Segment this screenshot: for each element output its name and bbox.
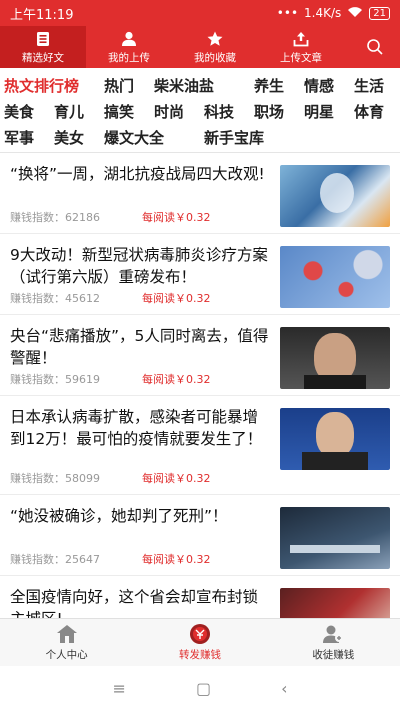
home-button-icon[interactable]: ▢ [196, 679, 211, 698]
category-sports[interactable]: 体育 [354, 101, 384, 122]
recruit-icon [323, 625, 344, 643]
tab-recruit-earn-label: 收徒赚钱 [312, 649, 355, 661]
category-row: 美食 育儿 搞笑 时尚 科技 职场 明星 体育 [2, 98, 400, 124]
article-thumbnail [280, 408, 390, 470]
home-icon [56, 625, 77, 643]
category-popular[interactable]: 热门 [104, 75, 134, 96]
wifi-icon [347, 6, 363, 21]
category-life[interactable]: 生活 [354, 75, 384, 96]
system-nav-bar: ≡ ▢ ‹ [0, 666, 400, 710]
category-workplace[interactable]: 职场 [254, 101, 284, 122]
category-viral-articles[interactable]: 爆文大全 [104, 127, 164, 148]
tab-personal-center-label: 个人中心 [45, 649, 88, 661]
top-nav: 精选好文 我的上传 我的收藏 上传文章 [0, 26, 400, 68]
category-emotion[interactable]: 情感 [304, 75, 334, 96]
tab-forward-earn-label: 转发赚钱 [178, 649, 221, 661]
search-icon[interactable] [366, 38, 384, 56]
article-title: 9大改动！新型冠状病毒肺炎诊疗方案（试行第六版）重磅发布！ [10, 246, 268, 286]
category-food[interactable]: 美食 [4, 101, 34, 122]
nav-upload-label: 上传文章 [280, 51, 322, 64]
article-title: “她没被确诊，她却判了死刑”！ [10, 507, 228, 525]
user-icon [122, 31, 136, 46]
upload-icon [293, 31, 309, 46]
article-thumbnail [280, 165, 390, 227]
article-thumbnail [280, 327, 390, 389]
article-item[interactable]: “换将”一周，湖北抗疫战局四大改观! 赚钱指数：62186 每阅读￥0.32 [0, 153, 400, 234]
nav-favorites-label: 我的收藏 [194, 51, 236, 64]
earning-index: 赚钱指数：45612 [10, 292, 100, 305]
earning-index: 赚钱指数：62186 [10, 211, 100, 224]
category-daily-life[interactable]: 柴米油盐 [154, 75, 214, 96]
category-hot-ranking[interactable]: 热文排行榜 [4, 75, 79, 96]
tab-personal-center[interactable]: 个人中心 [0, 619, 133, 666]
document-icon [37, 31, 49, 46]
earning-index: 赚钱指数：59619 [10, 373, 100, 386]
category-fashion[interactable]: 时尚 [154, 101, 184, 122]
bottom-tab-bar: 个人中心 转发赚钱 收徒赚钱 [0, 618, 400, 666]
menu-icon[interactable]: ≡ [113, 679, 126, 698]
nav-featured-label: 精选好文 [22, 51, 64, 64]
nav-featured[interactable]: 精选好文 [0, 26, 86, 68]
article-item[interactable]: 9大改动！新型冠状病毒肺炎诊疗方案（试行第六版）重磅发布！ 赚钱指数：45612… [0, 234, 400, 315]
category-military[interactable]: 军事 [4, 127, 34, 148]
star-icon [207, 31, 223, 46]
category-beginner-guide[interactable]: 新手宝库 [204, 127, 264, 148]
nav-upload-article[interactable]: 上传文章 [258, 26, 344, 68]
category-row: 热文排行榜 热门 柴米油盐 养生 情感 生活 [2, 72, 400, 98]
earning-index: 赚钱指数：25647 [10, 553, 100, 566]
category-funny[interactable]: 搞笑 [104, 101, 134, 122]
article-thumbnail [280, 507, 390, 569]
article-item[interactable]: 央台“悲痛播放”，5人同时离去，值得警醒！ 赚钱指数：59619 每阅读￥0.3… [0, 315, 400, 396]
article-title: 日本承认病毒扩散，感染者可能暴增到12万！最可怕的疫情就要发生了！ [10, 408, 263, 448]
article-item[interactable]: 日本承认病毒扩散，感染者可能暴增到12万！最可怕的疫情就要发生了！ 赚钱指数：5… [0, 396, 400, 495]
network-speed: 1.4K/s [304, 6, 342, 20]
nav-my-uploads-label: 我的上传 [108, 51, 150, 64]
article-title: 央台“悲痛播放”，5人同时离去，值得警醒！ [10, 327, 269, 367]
back-icon[interactable]: ‹ [281, 679, 287, 698]
nav-favorites[interactable]: 我的收藏 [172, 26, 258, 68]
forward-earn-icon [189, 624, 210, 644]
tab-recruit-earn[interactable]: 收徒赚钱 [267, 619, 400, 666]
category-celebrity[interactable]: 明星 [304, 101, 334, 122]
tab-forward-earn[interactable]: 转发赚钱 [133, 619, 266, 666]
nav-my-uploads[interactable]: 我的上传 [86, 26, 172, 68]
category-health[interactable]: 养生 [254, 75, 284, 96]
more-dots-icon: ••• [276, 6, 299, 20]
reward-per-read: 每阅读￥0.32 [142, 292, 211, 305]
reward-per-read: 每阅读￥0.32 [142, 553, 211, 566]
earning-index: 赚钱指数：58099 [10, 472, 100, 485]
category-grid: 热文排行榜 热门 柴米油盐 养生 情感 生活 美食 育儿 搞笑 时尚 科技 职场… [0, 68, 400, 153]
article-title: “换将”一周，湖北抗疫战局四大改观! [10, 165, 265, 183]
reward-per-read: 每阅读￥0.32 [142, 211, 211, 224]
battery-icon: 21 [369, 6, 390, 20]
category-row: 军事 美女 爆文大全 新手宝库 [2, 124, 400, 150]
category-tech[interactable]: 科技 [204, 101, 234, 122]
status-time: 上午11:19 [10, 7, 74, 23]
category-parenting[interactable]: 育儿 [54, 101, 84, 122]
reward-per-read: 每阅读￥0.32 [142, 472, 211, 485]
reward-per-read: 每阅读￥0.32 [142, 373, 211, 386]
article-thumbnail [280, 246, 390, 308]
status-bar: 上午11:19 ••• 1.4K/s 21 [0, 0, 400, 26]
article-feed: “换将”一周，湖北抗疫战局四大改观! 赚钱指数：62186 每阅读￥0.32 9… [0, 153, 400, 627]
article-item[interactable]: “她没被确诊，她却判了死刑”！ 赚钱指数：25647 每阅读￥0.32 [0, 495, 400, 576]
category-beauty[interactable]: 美女 [54, 127, 84, 148]
